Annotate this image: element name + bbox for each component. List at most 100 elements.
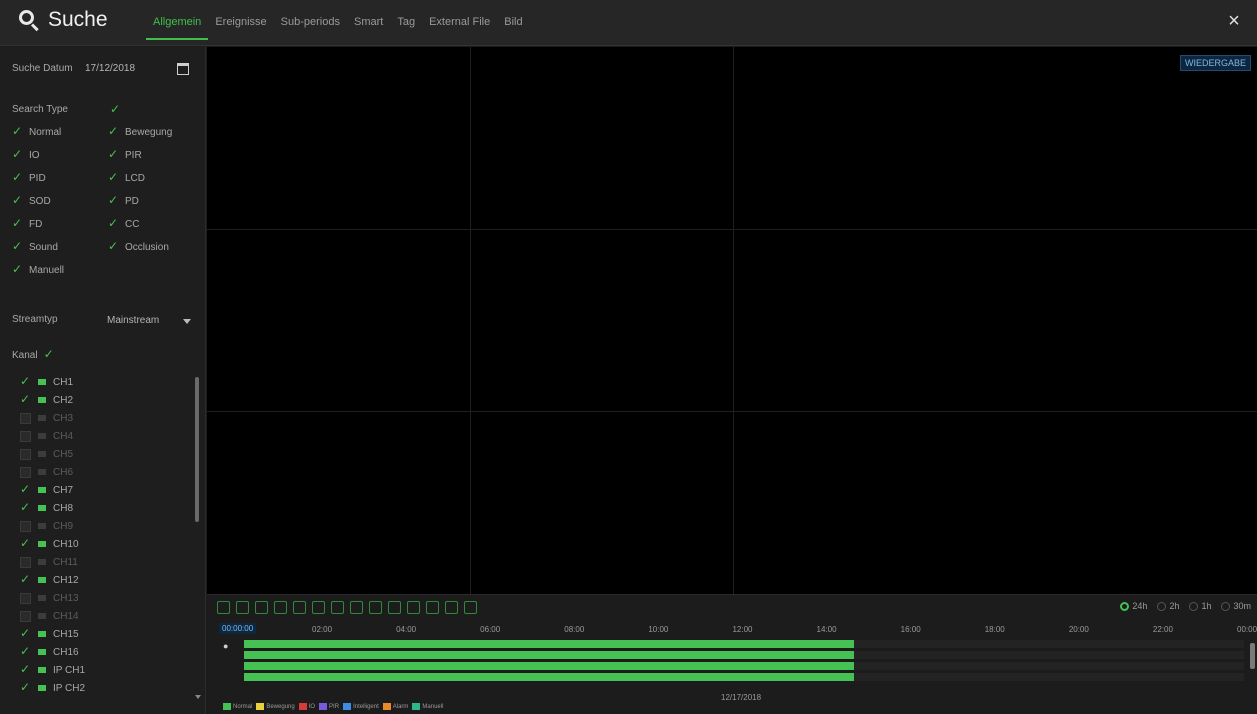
checkbox[interactable] bbox=[20, 448, 31, 460]
radio-button[interactable] bbox=[1221, 602, 1231, 612]
calendar-icon[interactable] bbox=[177, 63, 189, 75]
channel-ch6[interactable]: CH6 bbox=[20, 465, 73, 479]
checkbox[interactable] bbox=[108, 193, 119, 207]
tab-bild[interactable]: Bild bbox=[497, 14, 529, 30]
timeline-tracks[interactable] bbox=[244, 640, 1254, 690]
checkbox[interactable] bbox=[20, 536, 31, 550]
checkbox[interactable] bbox=[20, 500, 31, 514]
audio-icon[interactable] bbox=[388, 601, 401, 614]
channel-all-checkbox[interactable] bbox=[44, 347, 55, 361]
search-type-sod[interactable]: SOD bbox=[12, 193, 51, 207]
search-type-lcd[interactable]: LCD bbox=[108, 170, 145, 184]
reverse-play-icon[interactable] bbox=[255, 601, 268, 614]
play-icon[interactable] bbox=[236, 601, 249, 614]
checkbox[interactable] bbox=[12, 170, 23, 184]
zoom-icon[interactable] bbox=[350, 601, 363, 614]
search-type-all-checkbox[interactable] bbox=[110, 102, 121, 116]
stop-icon[interactable] bbox=[293, 601, 306, 614]
checkbox[interactable] bbox=[20, 572, 31, 586]
checkbox[interactable] bbox=[20, 592, 31, 604]
search-type-normal[interactable]: Normal bbox=[12, 124, 61, 138]
search-type-pd[interactable]: PD bbox=[108, 193, 139, 207]
fullscreen-icon[interactable] bbox=[217, 601, 230, 614]
range-option-24h[interactable]: 24h bbox=[1120, 601, 1147, 612]
channel-ch12[interactable]: CH12 bbox=[20, 572, 79, 587]
search-type-pir[interactable]: PIR bbox=[108, 147, 142, 161]
snapshot-icon[interactable] bbox=[407, 601, 420, 614]
search-type-fd[interactable]: FD bbox=[12, 216, 42, 230]
channel-ch7[interactable]: CH7 bbox=[20, 482, 73, 497]
search-type-bewegung[interactable]: Bewegung bbox=[108, 124, 172, 138]
checkbox[interactable] bbox=[20, 626, 31, 640]
scroll-down-icon[interactable] bbox=[195, 695, 201, 699]
checkbox[interactable] bbox=[12, 147, 23, 161]
checkbox[interactable] bbox=[108, 216, 119, 230]
radio-button[interactable] bbox=[1120, 602, 1130, 612]
checkbox[interactable] bbox=[20, 556, 31, 568]
close-button[interactable]: × bbox=[1223, 10, 1245, 32]
settings-icon[interactable] bbox=[464, 601, 477, 614]
video-grid[interactable]: WIEDERGABE bbox=[207, 47, 1257, 594]
channel-ch1[interactable]: CH1 bbox=[20, 374, 73, 389]
channel-ch3[interactable]: CH3 bbox=[20, 411, 73, 425]
checkbox[interactable] bbox=[20, 374, 31, 388]
forward-icon[interactable] bbox=[331, 601, 344, 614]
rewind-icon[interactable] bbox=[426, 601, 439, 614]
recording-track[interactable] bbox=[244, 662, 854, 670]
checkbox[interactable] bbox=[108, 239, 119, 253]
search-type-manuell[interactable]: Manuell bbox=[12, 262, 64, 276]
search-type-sound[interactable]: Sound bbox=[12, 239, 58, 253]
checkbox[interactable] bbox=[20, 610, 31, 622]
channel-ch9[interactable]: CH9 bbox=[20, 519, 73, 533]
radio-button[interactable] bbox=[1189, 602, 1199, 612]
checkbox[interactable] bbox=[20, 392, 31, 406]
recording-track[interactable] bbox=[244, 651, 854, 659]
channel-ch5[interactable]: CH5 bbox=[20, 447, 73, 461]
tab-smart[interactable]: Smart bbox=[347, 14, 390, 30]
checkbox[interactable] bbox=[12, 216, 23, 230]
channel-ch14[interactable]: CH14 bbox=[20, 609, 79, 623]
pause-icon[interactable] bbox=[274, 601, 287, 614]
channel-ip-ch2[interactable]: IP CH2 bbox=[20, 680, 85, 695]
tab-sub-periods[interactable]: Sub-periods bbox=[274, 14, 347, 30]
recording-track[interactable] bbox=[244, 673, 854, 681]
checkbox[interactable] bbox=[20, 680, 31, 694]
checkbox[interactable] bbox=[20, 662, 31, 676]
time-cursor[interactable]: 00:00:00 bbox=[219, 623, 257, 634]
search-type-io[interactable]: IO bbox=[12, 147, 40, 161]
channel-ch10[interactable]: CH10 bbox=[20, 536, 79, 551]
channel-ch13[interactable]: CH13 bbox=[20, 591, 79, 605]
stream-select[interactable]: Mainstream bbox=[107, 312, 197, 330]
channel-ch16[interactable]: CH16 bbox=[20, 644, 79, 659]
checkbox[interactable] bbox=[20, 644, 31, 658]
channel-ch2[interactable]: CH2 bbox=[20, 392, 73, 407]
clip-icon[interactable] bbox=[312, 601, 325, 614]
tab-allgemein[interactable]: Allgemein bbox=[146, 14, 209, 40]
checkbox[interactable] bbox=[20, 482, 31, 496]
checkbox[interactable] bbox=[20, 430, 31, 442]
checkbox[interactable] bbox=[20, 466, 31, 478]
checkbox[interactable] bbox=[12, 193, 23, 207]
tab-ereignisse[interactable]: Ereignisse bbox=[208, 14, 273, 30]
tab-external-file[interactable]: External File bbox=[422, 14, 497, 30]
range-option-2h[interactable]: 2h bbox=[1157, 601, 1179, 612]
channel-ip-ch1[interactable]: IP CH1 bbox=[20, 662, 85, 677]
range-option-1h[interactable]: 1h bbox=[1189, 601, 1211, 612]
checkbox[interactable] bbox=[20, 520, 31, 532]
fast-forward-icon[interactable] bbox=[445, 601, 458, 614]
checkbox[interactable] bbox=[12, 239, 23, 253]
channel-scrollbar[interactable] bbox=[195, 377, 199, 522]
checkbox[interactable] bbox=[108, 124, 119, 138]
checkbox[interactable] bbox=[108, 147, 119, 161]
checkbox[interactable] bbox=[108, 170, 119, 184]
timeline-scrollbar[interactable] bbox=[1250, 643, 1255, 669]
search-type-pid[interactable]: PID bbox=[12, 170, 46, 184]
checkbox[interactable] bbox=[20, 412, 31, 424]
tab-tag[interactable]: Tag bbox=[390, 14, 422, 30]
range-option-30m[interactable]: 30m bbox=[1221, 601, 1251, 612]
checkbox[interactable] bbox=[12, 124, 23, 138]
tag-icon[interactable] bbox=[369, 601, 382, 614]
channel-ch15[interactable]: CH15 bbox=[20, 626, 79, 641]
channel-ch8[interactable]: CH8 bbox=[20, 500, 73, 515]
channel-ch11[interactable]: CH11 bbox=[20, 555, 78, 569]
